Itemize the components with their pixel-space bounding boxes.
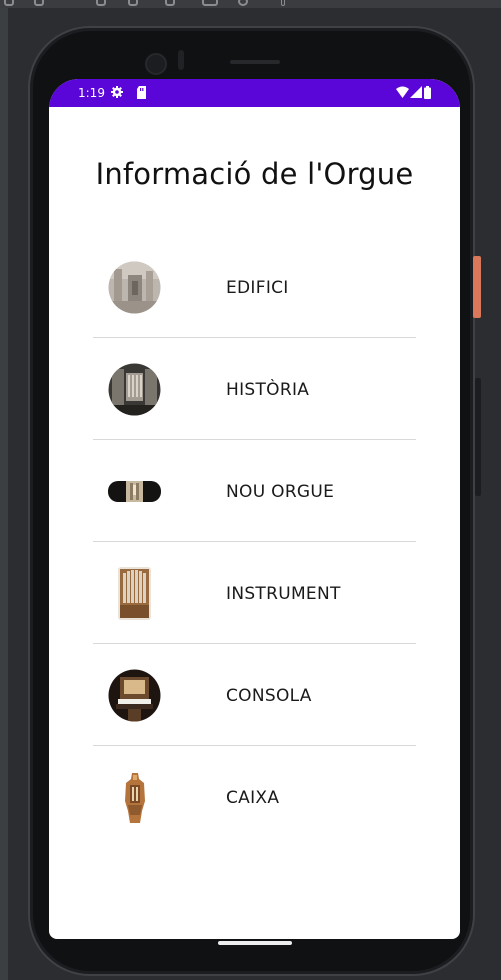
status-bar: 1:19 — [49, 79, 460, 107]
status-time: 1:19 — [78, 86, 105, 100]
front-camera-icon — [145, 53, 167, 75]
building-facade-thumbnail — [108, 261, 161, 314]
emulator-toolbar — [0, 0, 501, 8]
gear-icon — [111, 86, 123, 98]
menu-item-nou-orgue[interactable]: NOU ORGUE — [93, 440, 416, 542]
toolbar-settings-icon[interactable] — [238, 0, 248, 6]
volume-button[interactable] — [475, 378, 481, 496]
toolbar-stop-icon[interactable] — [165, 0, 175, 6]
home-gesture-bar[interactable] — [218, 941, 292, 945]
menu-item-edifici[interactable]: EDIFICI — [93, 236, 416, 338]
menu-item-label: EDIFICI — [226, 278, 289, 298]
toolbar-rotate-icon[interactable] — [96, 0, 106, 6]
menu-item-historia[interactable]: HISTÒRIA — [93, 338, 416, 440]
organ-case-thumbnail — [125, 773, 145, 823]
menu-item-label: HISTÒRIA — [226, 380, 310, 400]
phone-screen: 1:19 Informació de l'Orgue EDIFICI HISTÒ… — [49, 79, 460, 939]
menu-item-caixa[interactable]: CAIXA — [93, 746, 416, 848]
battery-icon — [424, 86, 431, 99]
power-button[interactable] — [473, 256, 481, 318]
earpiece-speaker — [230, 60, 280, 64]
page-title: Informació de l'Orgue — [95, 157, 414, 191]
wifi-icon — [396, 86, 409, 98]
menu-item-label: INSTRUMENT — [226, 584, 341, 604]
new-organ-thumbnail — [108, 481, 161, 502]
toolbar-back-icon[interactable] — [4, 0, 14, 6]
organ-console-thumbnail — [108, 669, 161, 722]
menu-item-label: NOU ORGUE — [226, 482, 335, 502]
menu-list: EDIFICI HISTÒRIA NOU ORGUE INSTRUMENT CO… — [93, 236, 416, 848]
organ-pipes-thumbnail — [118, 567, 151, 620]
sensor-icon — [178, 50, 184, 70]
signal-icon — [410, 86, 422, 98]
sd-card-icon — [137, 86, 146, 99]
menu-item-instrument[interactable]: INSTRUMENT — [93, 542, 416, 644]
toolbar-home-icon[interactable] — [128, 0, 138, 6]
menu-item-label: CONSOLA — [226, 686, 312, 706]
emulator-side-strip — [0, 8, 8, 980]
menu-item-label: CAIXA — [226, 788, 280, 808]
toolbar-more-icon[interactable] — [281, 0, 285, 6]
menu-item-consola[interactable]: CONSOLA — [93, 644, 416, 746]
toolbar-forward-icon[interactable] — [34, 0, 44, 6]
toolbar-camera-icon[interactable] — [202, 0, 218, 6]
historic-organ-thumbnail — [108, 363, 161, 416]
